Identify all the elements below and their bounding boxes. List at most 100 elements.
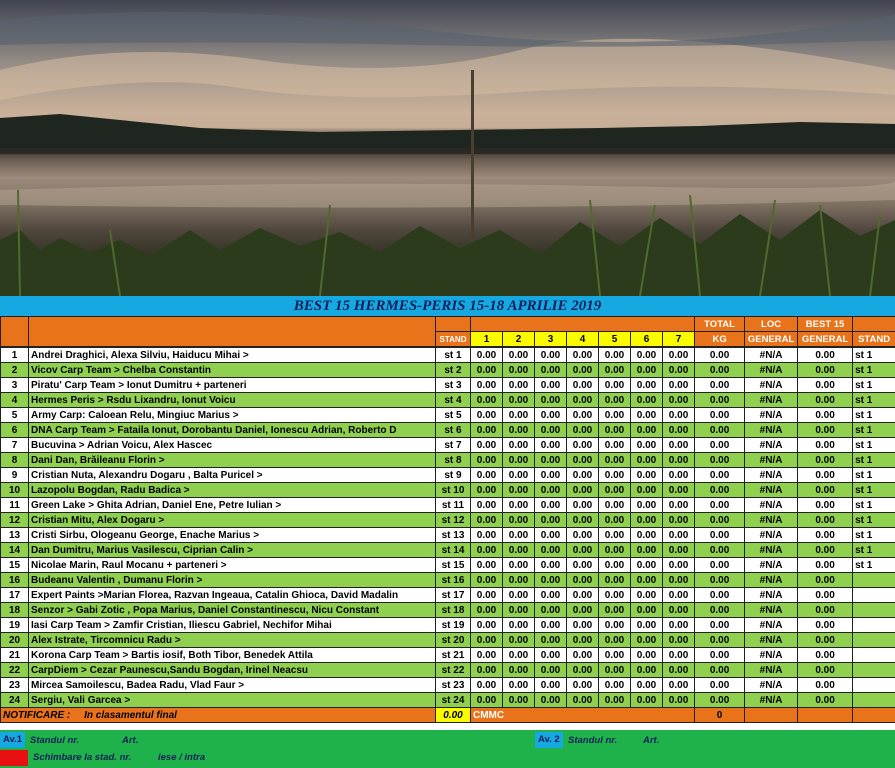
stand-cell: st 22 bbox=[435, 662, 471, 678]
stand-cell: st 4 bbox=[435, 392, 471, 408]
loc-general: #N/A bbox=[744, 497, 799, 513]
round-score: 0.00 bbox=[598, 527, 631, 543]
total-kg: 0.00 bbox=[694, 347, 746, 363]
table-row: 9 Cristian Nuta, Alexandru Dogaru , Balta… bbox=[0, 467, 895, 483]
round-score: 0.00 bbox=[534, 452, 567, 468]
round-score: 0.00 bbox=[470, 392, 503, 408]
loc-general: #N/A bbox=[744, 482, 799, 498]
team-name: Sergiu, Vali Garcea > bbox=[28, 692, 436, 708]
round-score: 0.00 bbox=[470, 617, 503, 633]
header-best: BEST 15 bbox=[797, 316, 854, 332]
loc-general: #N/A bbox=[744, 377, 799, 393]
header-stand2: STAND bbox=[852, 331, 895, 347]
header-total: TOTAL bbox=[694, 316, 746, 332]
round-score: 0.00 bbox=[534, 617, 567, 633]
round-score: 0.00 bbox=[534, 692, 567, 708]
team-name: Korona Carp Team > Bartis iosif, Both Ti… bbox=[28, 647, 436, 663]
loc-general: #N/A bbox=[744, 542, 799, 558]
round-score: 0.00 bbox=[630, 422, 663, 438]
stand-cell: st 6 bbox=[435, 422, 471, 438]
round-score: 0.00 bbox=[661, 362, 696, 378]
row-number: 7 bbox=[0, 437, 29, 453]
total-kg: 0.00 bbox=[694, 677, 746, 693]
round-score: 0.00 bbox=[661, 677, 696, 693]
round-score: 0.00 bbox=[502, 587, 535, 603]
round-score: 0.00 bbox=[598, 467, 631, 483]
row-number: 14 bbox=[0, 542, 29, 558]
round-score: 0.00 bbox=[502, 602, 535, 618]
notification-label: NOTIFICARE : bbox=[3, 709, 71, 721]
round-score: 0.00 bbox=[502, 452, 535, 468]
round-score: 0.00 bbox=[630, 587, 663, 603]
round-score: 0.00 bbox=[661, 482, 696, 498]
round-score: 0.00 bbox=[470, 377, 503, 393]
row-number: 2 bbox=[0, 362, 29, 378]
round-score: 0.00 bbox=[470, 572, 503, 588]
table-row: 6 DNA Carp Team > Fataila Ionut, Dorobant… bbox=[0, 422, 895, 438]
round-score: 0.00 bbox=[470, 692, 503, 708]
round-score: 0.00 bbox=[470, 557, 503, 573]
loc-general: #N/A bbox=[744, 587, 799, 603]
round-score: 0.00 bbox=[566, 482, 599, 498]
team-name: Vicov Carp Team > Chelba Constantin bbox=[28, 362, 436, 378]
round-score: 0.00 bbox=[534, 557, 567, 573]
round-score: 0.00 bbox=[630, 602, 663, 618]
best-general: 0.00 bbox=[797, 587, 854, 603]
best-general: 0.00 bbox=[797, 347, 854, 363]
stand-cell-2 bbox=[852, 602, 895, 618]
team-name: Hermes Peris > Rsdu Lixandru, Ionut Voic… bbox=[28, 392, 436, 408]
stand-cell-2: st 1 bbox=[852, 527, 895, 543]
best-general: 0.00 bbox=[797, 422, 854, 438]
round-score: 0.00 bbox=[502, 527, 535, 543]
total-kg: 0.00 bbox=[694, 572, 746, 588]
row-number: 9 bbox=[0, 467, 29, 483]
stand-cell-2: st 1 bbox=[852, 467, 895, 483]
team-name: Army Carp: Caloean Relu, Mingiuc Marius … bbox=[28, 407, 436, 423]
round-score: 0.00 bbox=[661, 527, 696, 543]
round-score: 0.00 bbox=[470, 647, 503, 663]
lake-scene-illustration bbox=[0, 12, 895, 296]
round-score: 0.00 bbox=[534, 632, 567, 648]
team-name: Iasi Carp Team > Zamfir Cristian, Iliesc… bbox=[28, 617, 436, 633]
team-name: Cristi Sirbu, Ologeanu George, Enache Ma… bbox=[28, 527, 436, 543]
best-general: 0.00 bbox=[797, 647, 854, 663]
round-score: 0.00 bbox=[630, 392, 663, 408]
round-score: 0.00 bbox=[534, 602, 567, 618]
table-row: 19 Iasi Carp Team > Zamfir Cristian, Ilie… bbox=[0, 617, 895, 633]
table-row: 7 Bucuvina > Adrian Voicu, Alex Hascec st … bbox=[0, 437, 895, 453]
best-general: 0.00 bbox=[797, 437, 854, 453]
round-score: 0.00 bbox=[566, 647, 599, 663]
round-score: 0.00 bbox=[502, 647, 535, 663]
team-name: Budeanu Valentin , Dumanu Florin > bbox=[28, 572, 436, 588]
stand-cell: st 8 bbox=[435, 452, 471, 468]
stand-cell-2: st 1 bbox=[852, 422, 895, 438]
loc-general: #N/A bbox=[744, 362, 799, 378]
team-name: Expert Paints >Marian Florea, Razvan Ing… bbox=[28, 587, 436, 603]
round-score: 0.00 bbox=[598, 377, 631, 393]
round-score: 0.00 bbox=[598, 437, 631, 453]
header-stand: STAND bbox=[435, 331, 471, 347]
round-score: 0.00 bbox=[630, 407, 663, 423]
best-general: 0.00 bbox=[797, 407, 854, 423]
round-score: 0.00 bbox=[598, 692, 631, 708]
stand-cell-2: st 1 bbox=[852, 512, 895, 528]
table-row: 21 Korona Carp Team > Bartis iosif, Both … bbox=[0, 647, 895, 663]
round-score: 0.00 bbox=[598, 347, 631, 363]
round-score: 0.00 bbox=[470, 662, 503, 678]
stand-cell-2 bbox=[852, 617, 895, 633]
notification-total: 0 bbox=[694, 707, 746, 723]
best-general: 0.00 bbox=[797, 392, 854, 408]
total-kg: 0.00 bbox=[694, 512, 746, 528]
best-general: 0.00 bbox=[797, 452, 854, 468]
av2-stand: Standul nr. bbox=[568, 735, 618, 746]
results-table: TOTAL LOC BEST 15 STAND 1 2 3 4 5 6 7 KG… bbox=[0, 316, 895, 723]
round-score: 0.00 bbox=[630, 557, 663, 573]
round-score: 0.00 bbox=[566, 422, 599, 438]
total-kg: 0.00 bbox=[694, 377, 746, 393]
round-score: 0.00 bbox=[630, 497, 663, 513]
best-general: 0.00 bbox=[797, 542, 854, 558]
team-name: Andrei Draghici, Alexa Silviu, Haiducu M… bbox=[28, 347, 436, 363]
header-round: 6 bbox=[630, 331, 663, 347]
round-score: 0.00 bbox=[534, 677, 567, 693]
total-kg: 0.00 bbox=[694, 557, 746, 573]
